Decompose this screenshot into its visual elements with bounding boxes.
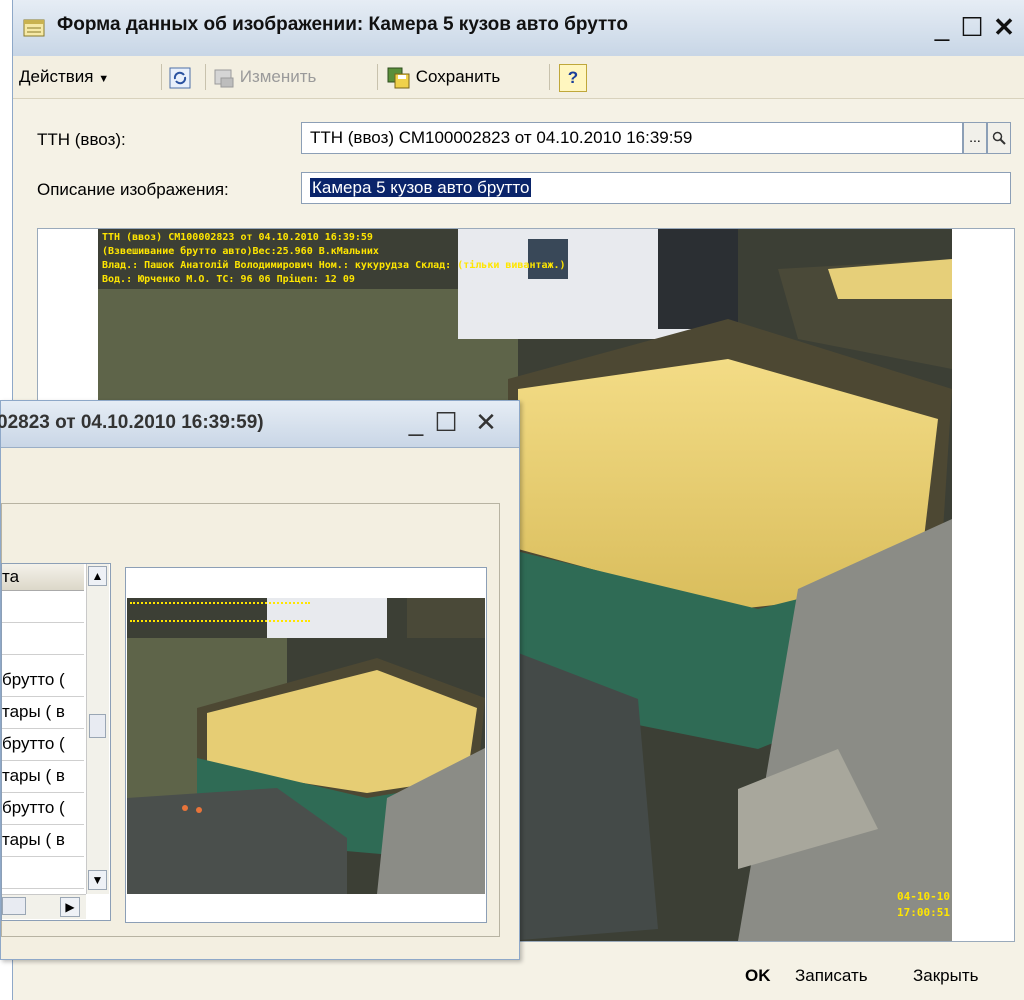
camera-photo-thumbnail [127,598,485,894]
overlay-line-4: Вод.: Юрченко М.О. ТС: 96 06 Пріцеп: 12 … [102,274,355,285]
scroll-up-icon[interactable]: ▲ [88,566,107,586]
edit-label: Изменить [239,67,317,86]
actions-label: Действия [19,67,94,86]
images-table[interactable]: та брутто ( тары ( в брутто ( тары ( в б… [1,563,111,921]
refresh-button[interactable] [169,64,191,90]
table-row[interactable]: брутто ( [2,728,84,761]
minimize-button[interactable]: _ [927,10,957,44]
ttn-select-button[interactable]: ... [963,122,987,154]
ttn-window-title: 02823 от 04.10.2010 16:39:59) [0,412,264,433]
table-row[interactable] [2,590,84,623]
ttn-open-button[interactable] [987,122,1011,154]
photo-date: 04-10-10 [897,890,950,903]
scroll-thumb[interactable] [89,714,106,738]
maximize-button[interactable]: ☐ [957,10,987,44]
ttn-field[interactable]: ТТН (ввоз) СМ100002823 от 04.10.2010 16:… [301,122,963,154]
refresh-icon [169,67,191,89]
ttn-window: 02823 от 04.10.2010 16:39:59) _ ☐ ✕ та б… [0,400,520,960]
description-label: Описание изображения: [37,180,229,199]
table-row[interactable]: брутто ( [2,792,84,825]
table-row[interactable]: тары ( в [2,760,84,793]
overlay-line-3: Влад.: Пашок Анатолій Володимирович Ном.… [102,260,566,271]
toolbar-divider [161,64,162,90]
toolbar-divider [549,64,550,90]
table-row[interactable]: тары ( в [2,696,84,729]
toolbar: Действия ▼ Изменить Сохранить ? [13,56,1024,99]
photo-overlay-text: ТТН (ввоз) СМ100002823 от 04.10.2010 16:… [102,231,566,287]
edit-button[interactable]: Изменить [213,64,316,90]
scroll-right-icon[interactable]: ▶ [60,897,80,917]
close-button[interactable]: ✕ [989,10,1019,44]
ttn-window-minimize-button[interactable]: _ [401,405,431,439]
save-icon [387,67,410,89]
table-row[interactable] [2,856,84,889]
ttn-window-maximize-button[interactable]: ☐ [431,405,461,439]
edit-icon [214,69,234,88]
table-horizontal-scrollbar[interactable]: ▶ [2,894,86,919]
table-row[interactable]: брутто ( [2,664,84,697]
save-label: Сохранить [415,67,501,86]
toolbar-divider [205,64,206,90]
description-text: Камера 5 кузов авто брутто [310,178,532,197]
actions-menu[interactable]: Действия ▼ [19,64,109,90]
table-row[interactable] [2,622,84,655]
search-icon [992,132,1006,146]
photo-time: 17:00:51 [897,906,950,919]
write-button[interactable]: Записать [795,960,868,992]
ttn-window-close-button[interactable]: ✕ [471,405,501,439]
image-preview [125,567,487,923]
overlay-line-1: ТТН (ввоз) СМ100002823 от 04.10.2010 16:… [102,232,373,243]
scroll-down-icon[interactable]: ▼ [88,870,107,890]
ttn-window-titlebar[interactable]: 02823 от 04.10.2010 16:39:59) _ ☐ ✕ [0,401,519,448]
overlay-line-2: (Взвешивание брутто авто)Вес:25.960 В.кМ… [102,246,379,257]
description-field[interactable]: Камера 5 кузов авто брутто [301,172,1011,204]
help-button[interactable]: ? [559,64,587,92]
table-row[interactable]: тары ( в [2,824,84,857]
toolbar-divider [377,64,378,90]
save-button[interactable]: Сохранить [387,64,500,90]
hscroll-thumb[interactable] [2,897,26,915]
close-form-button[interactable]: Закрыть [913,960,978,992]
form-icon [23,19,45,37]
table-vertical-scrollbar[interactable]: ▲ ▼ [86,564,109,894]
chevron-down-icon: ▼ [98,73,110,85]
thumbnail-overlay-text [130,602,310,622]
table-column-header[interactable]: та [2,564,84,591]
ok-button[interactable]: OK [745,960,771,992]
photo-timestamp: 04-10-10 17:00:51 [886,889,950,921]
main-window-title: Форма данных об изображении: Камера 5 ку… [57,14,628,35]
ttn-label: ТТН (ввоз): [37,130,126,149]
main-titlebar[interactable]: Форма данных об изображении: Камера 5 ку… [13,0,1024,57]
